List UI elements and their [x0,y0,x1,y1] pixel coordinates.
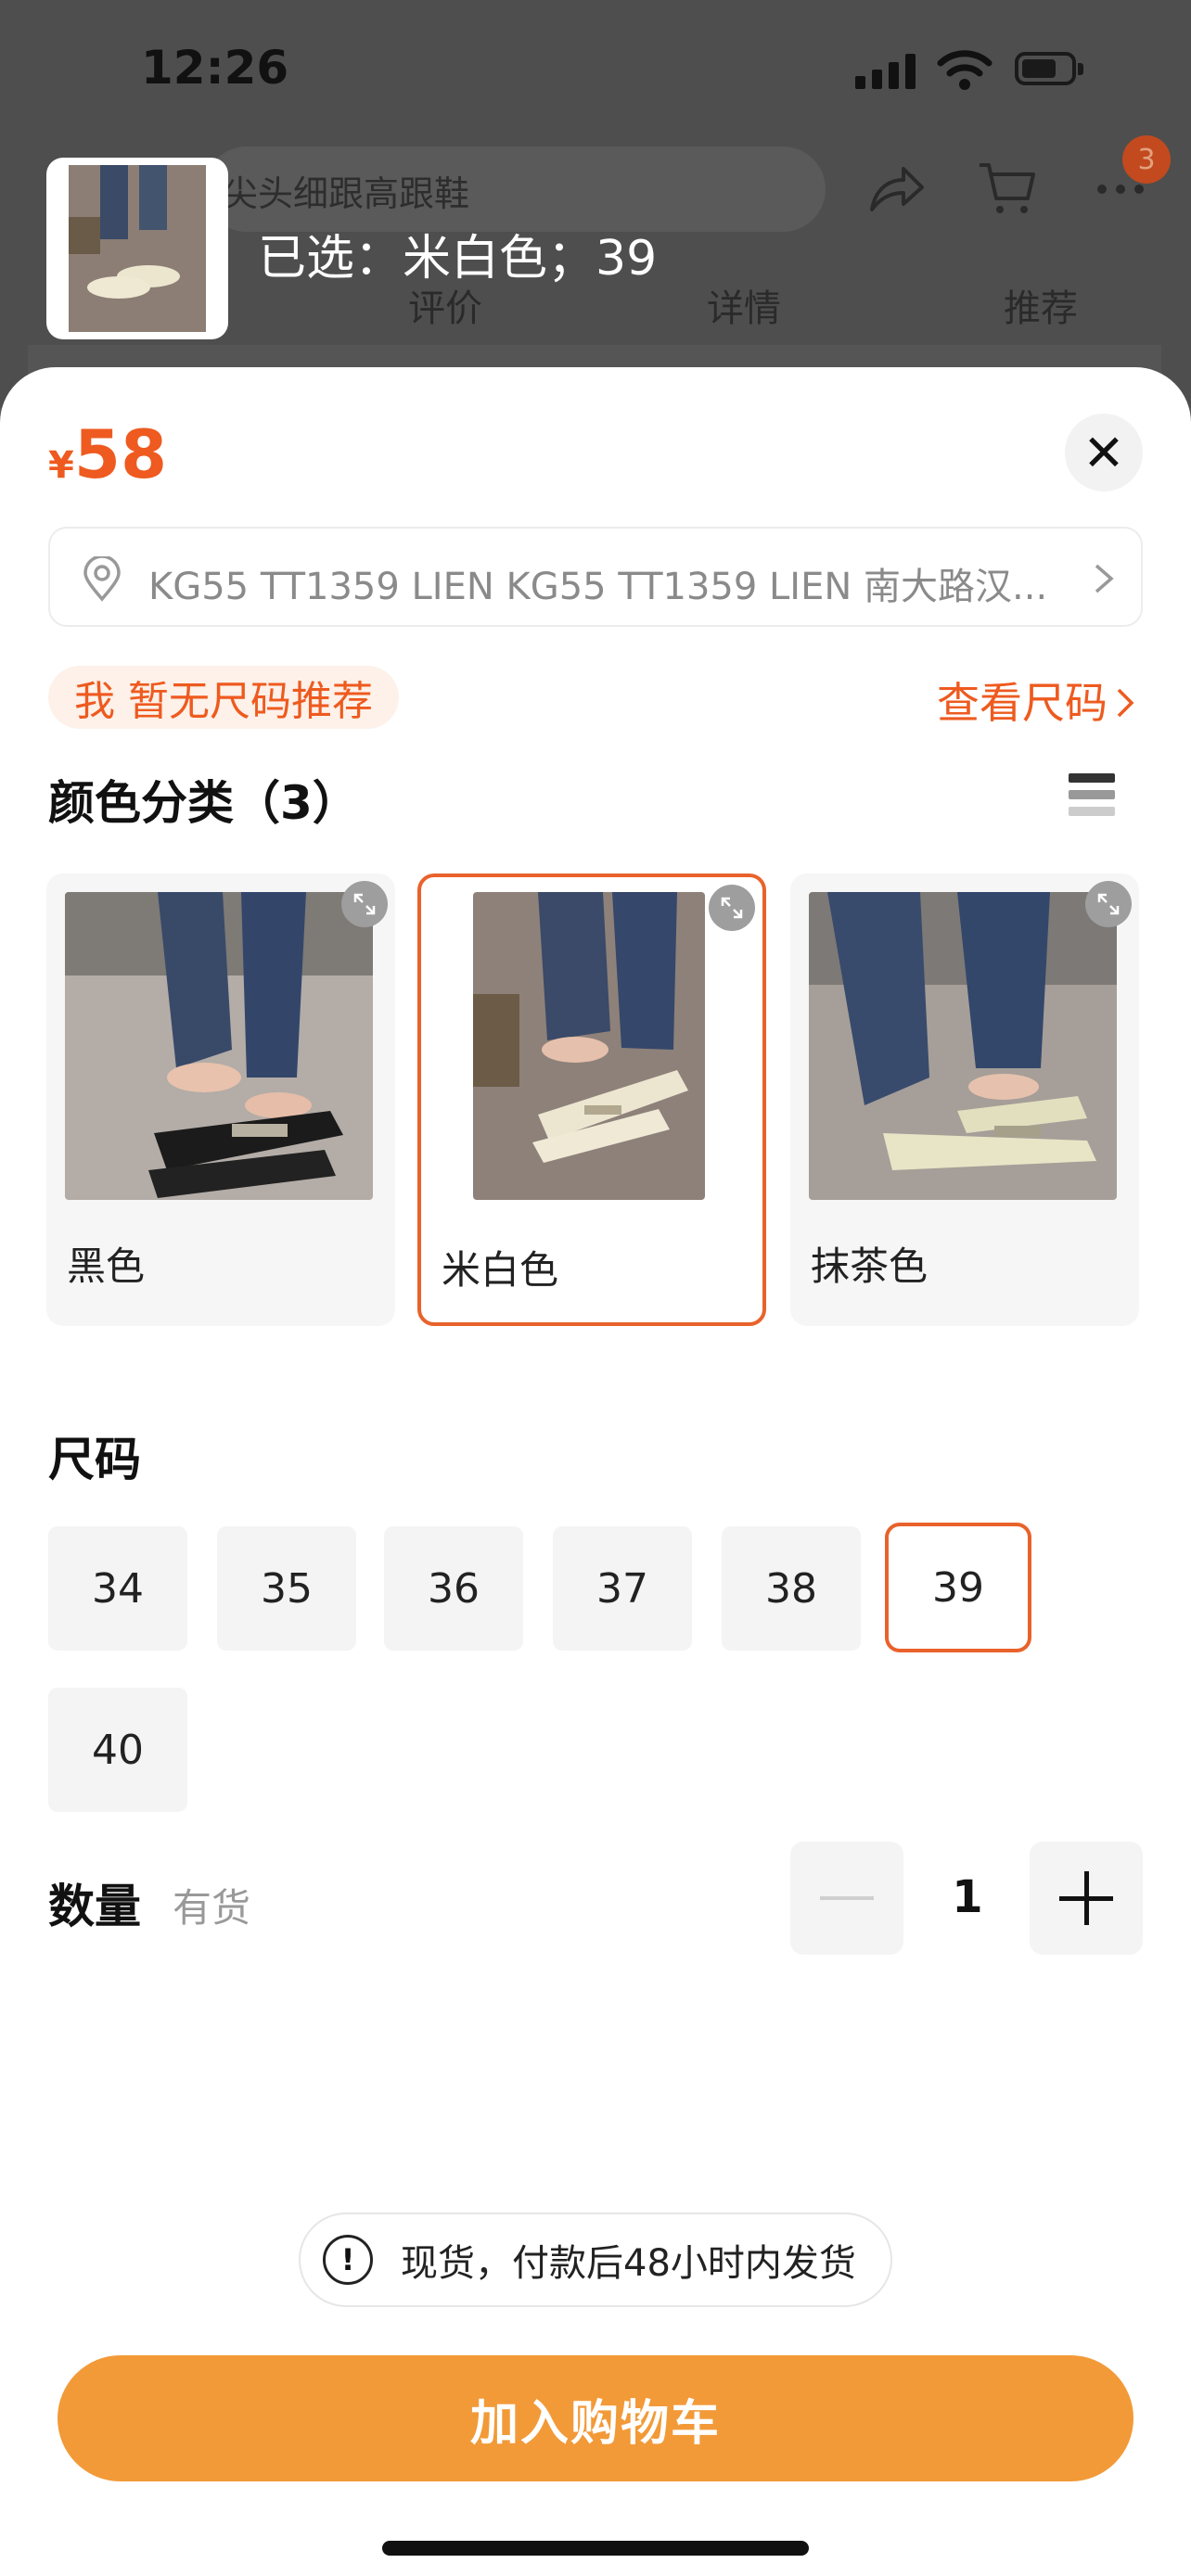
add-to-cart-button[interactable]: 加入购物车 [58,2355,1133,2481]
quantity-title: 数量 [48,1880,141,1933]
stock-status: 有货 [173,1885,251,1931]
size-option-35[interactable]: 35 [217,1526,356,1651]
address-text: KG55 TT1359 LIEN KG55 TT1359 LIEN 南大路汉..… [148,566,1048,608]
status-time: 12:26 [141,41,289,95]
color-label-matcha: 抹茶色 [811,1243,928,1289]
color-image-off-white [473,892,705,1200]
delivery-address-row[interactable]: KG55 TT1359 LIEN KG55 TT1359 LIEN 南大路汉..… [48,527,1143,627]
size-guide-link[interactable]: 查看尺码 [937,670,1137,731]
price: ¥58 [48,415,167,493]
battery-icon [1015,52,1083,85]
color-label-off-white: 米白色 [442,1247,559,1293]
color-option-off-white[interactable]: 米白色 [417,874,766,1326]
selected-variant-text: 已选：米白色；39 [258,231,658,287]
chevron-right-icon [1095,564,1114,593]
selected-product-thumbnail[interactable] [46,158,228,339]
color-option-matcha[interactable]: 抹茶色 [790,874,1139,1326]
shipping-notice-text: 现货，付款后48小时内发货 [401,2242,856,2285]
info-icon: ! [323,2235,373,2285]
size-option-34[interactable]: 34 [48,1526,187,1651]
size-option-37[interactable]: 37 [553,1526,692,1651]
size-section-title: 尺码 [48,1433,141,1486]
expand-image-icon[interactable] [1085,881,1132,927]
status-bar: 12:26 [0,0,1191,139]
color-label-black: 黑色 [67,1243,146,1289]
shipping-notice: ! 现货，付款后48小时内发货 [299,2213,892,2307]
size-option-40[interactable]: 40 [48,1688,187,1812]
color-image-matcha [809,892,1117,1200]
background-tab-details: 详情 [707,287,781,330]
background-search-text: 尖头细跟高跟鞋 [223,173,470,214]
close-icon: ✕ [1082,423,1125,482]
cart-icon [980,163,1035,213]
background-tab-recommend: 推荐 [1004,287,1078,330]
product-image [69,165,206,332]
size-option-38[interactable]: 38 [722,1526,861,1651]
color-category-title: 颜色分类（3） [48,776,359,830]
chevron-right-icon [1117,688,1134,718]
expand-image-icon[interactable] [341,881,388,927]
size-recommendation-badge[interactable]: 我 暂无尺码推荐 [48,666,399,729]
size-option-36[interactable]: 36 [384,1526,523,1651]
more-icon [1097,185,1144,194]
home-indicator[interactable] [382,2541,809,2556]
quantity-increase-button[interactable] [1030,1842,1143,1955]
color-image-black [65,892,373,1200]
cart-count-badge: 3 [1122,135,1171,184]
quantity-decrease-button[interactable] [790,1842,903,1955]
quantity-value[interactable]: 1 [937,1871,998,1923]
wifi-icon [937,50,992,90]
price-currency: ¥ [48,444,74,487]
signal-icon [855,52,916,89]
size-option-39[interactable]: 39 [885,1523,1031,1652]
minus-icon [820,1896,874,1900]
expand-image-icon[interactable] [709,885,755,931]
share-icon [870,167,924,211]
color-option-black[interactable]: 黑色 [46,874,395,1326]
close-button[interactable]: ✕ [1065,414,1143,491]
list-view-toggle-icon[interactable] [1069,773,1115,823]
price-value: 58 [73,415,168,493]
size-guide-label: 查看尺码 [937,678,1108,728]
location-pin-icon [83,556,121,602]
